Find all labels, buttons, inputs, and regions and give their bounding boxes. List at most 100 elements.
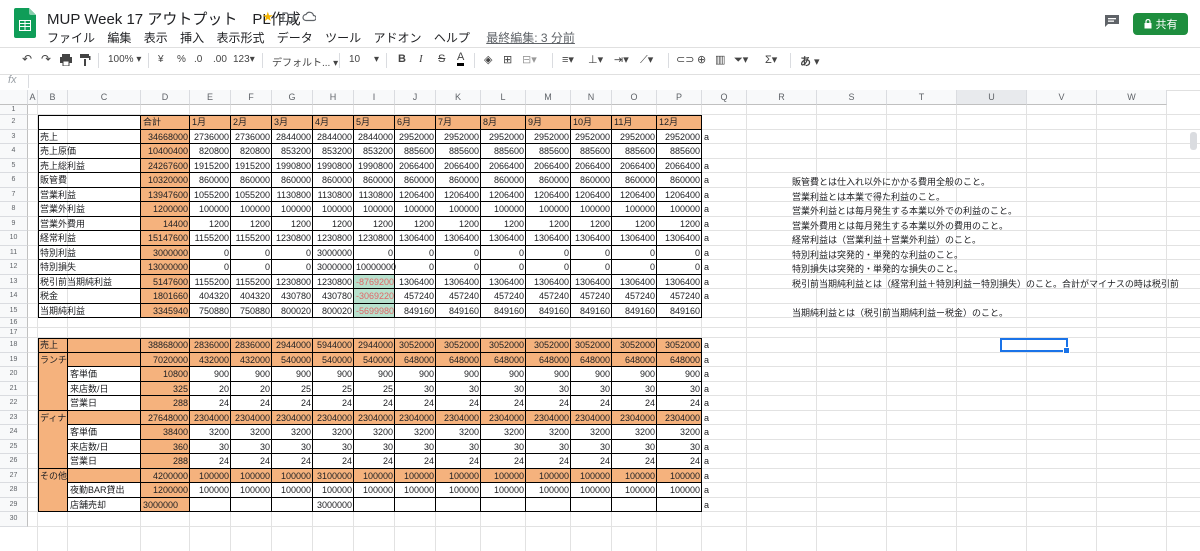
vertical-scrollbar[interactable]: [1190, 132, 1197, 150]
column-header-r[interactable]: R: [747, 90, 817, 105]
select-all-corner[interactable]: [0, 90, 28, 105]
italic-button[interactable]: I: [419, 53, 423, 65]
text-rotate-icon[interactable]: ⟋▾: [640, 53, 653, 67]
filter-icon[interactable]: ⏷▾: [734, 53, 748, 67]
fill-color-icon[interactable]: ◈: [484, 53, 492, 66]
star-icon[interactable]: ★: [262, 9, 274, 25]
column-header-u[interactable]: U: [957, 90, 1027, 105]
print-icon[interactable]: [60, 54, 72, 66]
zoom-select[interactable]: 100% ▾: [108, 54, 141, 65]
cloud-status-icon[interactable]: [302, 11, 316, 22]
marker-cell[interactable]: a: [702, 188, 747, 203]
row-header-1[interactable]: 1: [0, 105, 28, 115]
marker-cell[interactable]: a: [702, 159, 747, 174]
decrease-decimal-button[interactable]: .0: [194, 54, 202, 65]
row-header-14[interactable]: 14: [0, 289, 28, 304]
row-header-18[interactable]: 18: [0, 338, 28, 353]
marker-cell[interactable]: a: [702, 367, 747, 382]
column-header-i[interactable]: I: [354, 90, 395, 105]
row-header-16[interactable]: 16: [0, 318, 28, 328]
redo-icon[interactable]: ↷: [41, 52, 51, 66]
strikethrough-button[interactable]: S: [438, 53, 445, 65]
column-header-a[interactable]: A: [28, 90, 38, 105]
text-color-button[interactable]: A: [457, 52, 465, 66]
marker-cell[interactable]: a: [702, 396, 747, 411]
horizontal-align-icon[interactable]: ≡▾: [562, 53, 574, 66]
menu-file[interactable]: ファイル: [47, 31, 95, 45]
move-folder-icon[interactable]: [282, 11, 295, 22]
column-header-c[interactable]: C: [68, 90, 141, 105]
currency-format-button[interactable]: ¥: [158, 54, 164, 65]
marker-cell[interactable]: a: [702, 246, 747, 261]
row-header-7[interactable]: 7: [0, 187, 28, 202]
menu-tools[interactable]: ツール: [325, 31, 361, 45]
menu-addons[interactable]: アドオン: [374, 31, 422, 45]
font-family-select[interactable]: デフォルト... ▾: [272, 54, 338, 69]
marker-cell[interactable]: a: [702, 260, 747, 275]
row-header-30[interactable]: 30: [0, 512, 28, 527]
comment-icon[interactable]: [1104, 14, 1120, 28]
marker-cell[interactable]: a: [702, 353, 747, 368]
percent-format-button[interactable]: %: [177, 54, 186, 65]
column-header-m[interactable]: M: [526, 90, 571, 105]
row-header-25[interactable]: 25: [0, 439, 28, 454]
text-wrap-icon[interactable]: ⇥▾: [614, 53, 629, 66]
row-header-19[interactable]: 19: [0, 352, 28, 367]
column-header-o[interactable]: O: [612, 90, 657, 105]
row-header-3[interactable]: 3: [0, 129, 28, 144]
marker-cell[interactable]: a: [702, 440, 747, 455]
marker-cell[interactable]: a: [702, 338, 747, 353]
marker-cell[interactable]: a: [702, 289, 747, 304]
increase-decimal-button[interactable]: .00: [213, 54, 227, 65]
marker-cell[interactable]: a: [702, 231, 747, 246]
column-header-s[interactable]: S: [817, 90, 887, 105]
more-formats-select[interactable]: 123▾: [233, 54, 255, 65]
row-header-17[interactable]: 17: [0, 328, 28, 338]
row-header-24[interactable]: 24: [0, 425, 28, 440]
sheets-logo-icon[interactable]: [14, 8, 36, 38]
column-header-e[interactable]: E: [190, 90, 231, 105]
insert-chart-icon[interactable]: ▥: [715, 53, 725, 66]
column-header-g[interactable]: G: [272, 90, 313, 105]
row-header-20[interactable]: 20: [0, 367, 28, 382]
merge-cells-icon[interactable]: ⊟▾: [522, 53, 537, 66]
column-header-k[interactable]: K: [436, 90, 481, 105]
column-header-q[interactable]: Q: [702, 90, 747, 105]
font-size-select[interactable]: 10 ▾: [349, 54, 379, 65]
undo-icon[interactable]: ↶: [22, 52, 32, 66]
column-header-n[interactable]: N: [571, 90, 612, 105]
marker-cell[interactable]: a: [702, 425, 747, 440]
insert-link-icon[interactable]: ⊂⊃: [676, 53, 694, 66]
marker-cell[interactable]: a: [702, 483, 747, 498]
row-header-27[interactable]: 27: [0, 468, 28, 483]
marker-cell[interactable]: a: [702, 498, 747, 513]
selected-cell[interactable]: [1000, 338, 1070, 354]
marker-cell[interactable]: a: [702, 469, 747, 484]
menu-edit[interactable]: 編集: [107, 31, 131, 45]
row-header-28[interactable]: 28: [0, 483, 28, 498]
row-header-4[interactable]: 4: [0, 144, 28, 159]
column-header-f[interactable]: F: [231, 90, 272, 105]
share-button[interactable]: 共有: [1133, 13, 1188, 35]
vertical-align-icon[interactable]: ⊥▾: [588, 53, 603, 66]
borders-icon[interactable]: ⊞: [503, 53, 512, 66]
paint-format-icon[interactable]: [79, 54, 91, 66]
row-header-2[interactable]: 2: [0, 115, 28, 130]
column-header-d[interactable]: D: [141, 90, 190, 105]
insert-comment-icon[interactable]: ⊕: [697, 53, 706, 66]
column-header-j[interactable]: J: [395, 90, 436, 105]
menu-view[interactable]: 表示: [144, 31, 168, 45]
menu-insert[interactable]: 挿入: [180, 31, 204, 45]
row-header-13[interactable]: 13: [0, 274, 28, 289]
menu-data[interactable]: データ: [277, 31, 313, 45]
row-header-10[interactable]: 10: [0, 231, 28, 246]
row-header-15[interactable]: 15: [0, 303, 28, 318]
column-header-t[interactable]: T: [887, 90, 957, 105]
row-header-11[interactable]: 11: [0, 245, 28, 260]
menu-help[interactable]: ヘルプ: [434, 31, 470, 45]
marker-cell[interactable]: a: [702, 130, 747, 145]
row-header-5[interactable]: 5: [0, 158, 28, 173]
marker-cell[interactable]: a: [702, 275, 747, 290]
row-header-9[interactable]: 9: [0, 216, 28, 231]
row-header-22[interactable]: 22: [0, 396, 28, 411]
